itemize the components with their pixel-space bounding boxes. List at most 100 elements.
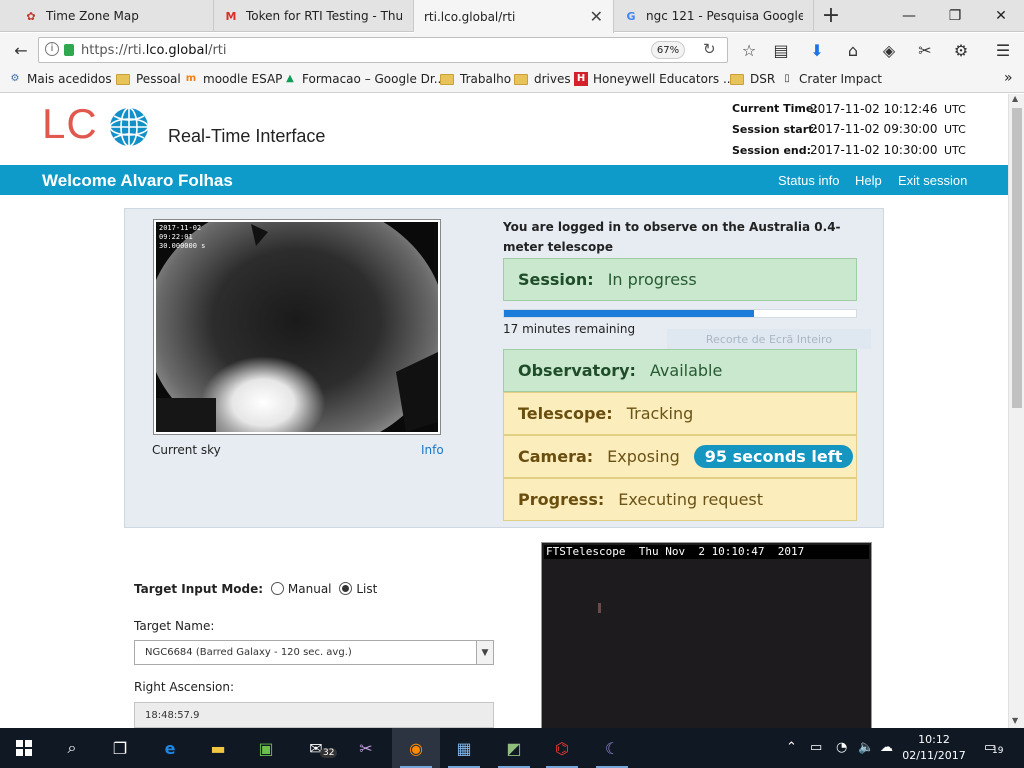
back-icon[interactable]: ← [6, 33, 36, 67]
bookmarks-bar: ⚙ Mais acedidos Pessoal m moodle ESAP ▲ For… [0, 67, 1024, 93]
volume-icon[interactable]: 🔈 [858, 740, 874, 755]
list-radio[interactable] [339, 582, 353, 595]
exposure-countdown-badge: 95 seconds left [693, 445, 854, 468]
file-explorer-icon[interactable]: ▬ [194, 728, 242, 768]
manual-radio-label: Manual [287, 582, 332, 596]
observatory-status-label: Observatory: [518, 361, 636, 380]
honeywell-icon: H [574, 72, 588, 86]
taskbar-clock[interactable]: 10:12 02/11/2017 [902, 732, 966, 764]
pocket-icon[interactable]: ◈ [874, 33, 904, 67]
tab-google-search[interactable]: G ngc 121 - Pesquisa Google [614, 0, 814, 32]
tray-overflow-icon[interactable]: ⌃ [786, 740, 797, 755]
target-input-mode-label: Target Input Mode: [134, 582, 264, 596]
app-window-icon[interactable]: ▦ [440, 728, 488, 768]
tab-rti[interactable]: rti.lco.global/rti ✕ [414, 0, 614, 33]
right-ascension-field: 18:48:57.9 [134, 702, 494, 728]
tab-time-zone-map[interactable]: ✿ Time Zone Map [14, 0, 214, 32]
restore-icon[interactable]: ❐ [932, 0, 978, 32]
tab-title: Time Zone Map [46, 9, 139, 23]
right-ascension-label: Right Ascension: [134, 680, 235, 694]
close-tab-icon[interactable]: ✕ [590, 7, 603, 26]
edge-icon[interactable]: e [146, 728, 194, 768]
new-tab-button[interactable]: + [820, 3, 842, 29]
url-text: https://rti.lco.global/rti [81, 42, 227, 58]
chevron-down-icon[interactable]: ▼ [476, 641, 493, 664]
stellarium-icon[interactable]: ◩ [490, 728, 538, 768]
bookmarks-overflow-icon[interactable]: » [1004, 70, 1013, 86]
bookmark-mais-acedidos[interactable]: ⚙ Mais acedidos [8, 72, 112, 86]
bookmark-dsr[interactable]: DSR [730, 72, 775, 86]
target-name-select[interactable]: NGC6684 (Barred Galaxy - 120 sec. avg.) … [134, 640, 494, 665]
progress-status-value: Executing request [618, 490, 764, 509]
session-end-value: 2017-11-02 10:30:00 [810, 143, 938, 157]
session-start-label: Session start: [732, 123, 818, 136]
scroll-down-icon[interactable]: ▼ [1012, 716, 1018, 725]
firefox-icon[interactable]: ◉ [392, 728, 440, 768]
screenshot-icon[interactable]: ✂ [910, 33, 940, 67]
extension-icon[interactable]: ⚙ [946, 33, 976, 67]
reload-icon[interactable]: ↻ [703, 40, 716, 58]
page-content: LC Real-Time Interface Current Time: 201… [0, 94, 1008, 728]
webcam-header: FTSTelescope Thu Nov 2 10:10:47 2017 [544, 545, 869, 559]
bookmark-star-icon[interactable]: ☆ [734, 33, 764, 67]
bookmark-moodle[interactable]: m moodle ESAP [184, 72, 283, 86]
drive-icon: ▲ [286, 73, 294, 84]
info-icon[interactable]: i [45, 42, 59, 56]
home-icon[interactable]: ⌂ [838, 33, 868, 67]
bookmark-formacao[interactable]: ▲ Formacao – Google Dr... [283, 72, 445, 86]
scrollbar-thumb[interactable] [1012, 108, 1022, 408]
menu-icon[interactable]: ☰ [988, 33, 1018, 67]
lco-logo-text: LC [42, 100, 98, 147]
session-start-value: 2017-11-02 09:30:00 [810, 122, 938, 136]
bookmark-honeywell[interactable]: H Honeywell Educators ... [574, 72, 734, 86]
tab-gmail[interactable]: M Token for RTI Testing - Thursd [214, 0, 414, 32]
search-icon[interactable]: ⌕ [48, 728, 96, 768]
bookmark-crater-impact[interactable]: ▯ Crater Impact [780, 72, 882, 86]
notifications-icon[interactable]: ▭ 19 [984, 740, 1003, 756]
battery-icon[interactable]: ▭ [810, 740, 822, 755]
sky-app-icon[interactable]: ☾ [588, 728, 636, 768]
tab-title: ngc 121 - Pesquisa Google [646, 9, 803, 23]
tz-label: UTC [944, 103, 966, 116]
folder-icon [116, 73, 130, 85]
time-zone-favicon: ✿ [26, 9, 36, 23]
windows-start-icon[interactable] [0, 728, 48, 768]
close-window-icon[interactable]: ✕ [978, 0, 1024, 32]
acrobat-icon[interactable]: ⌬ [538, 728, 586, 768]
task-view-icon[interactable]: ❐ [96, 728, 144, 768]
url-bar[interactable]: i https://rti.lco.global/rti 67% ↻ [38, 37, 728, 63]
moodle-icon: m [185, 73, 197, 84]
exit-session-link[interactable]: Exit session [898, 173, 967, 188]
zoom-indicator[interactable]: 67% [651, 41, 685, 59]
session-progress-bar [503, 309, 857, 318]
page-scrollbar[interactable]: ▲ ▼ [1008, 94, 1024, 728]
welcome-text: Welcome Alvaro Folhas [42, 171, 233, 190]
sky-info-link[interactable]: Info [421, 443, 444, 457]
scroll-up-icon[interactable]: ▲ [1012, 94, 1018, 103]
reader-list-icon[interactable]: ▤ [766, 33, 796, 67]
welcome-bar: Welcome Alvaro Folhas Status info Help E… [0, 165, 1008, 195]
telescope-status: Telescope: Tracking [503, 392, 857, 435]
downloads-icon[interactable]: ⬇ [802, 33, 832, 67]
onedrive-icon[interactable]: ☁ [880, 740, 893, 755]
tz-label: UTC [944, 144, 966, 157]
windows-taskbar: ⌕ ❐ e ▬ ▣ ✉ 32 ✂ ◉ ▦ ◩ ⌬ ☾ ⌃ ▭ ◔ 🔈 ☁ 10:1… [0, 728, 1024, 768]
camera-status-value: Exposing [607, 447, 680, 466]
snipping-tool-icon[interactable]: ✂ [342, 728, 390, 768]
store-icon[interactable]: ▣ [242, 728, 290, 768]
mail-icon[interactable]: ✉ 32 [292, 728, 340, 768]
tz-label: UTC [944, 123, 966, 136]
bookmark-trabalho[interactable]: Trabalho [440, 72, 511, 86]
manual-radio[interactable] [270, 582, 284, 595]
minimize-icon[interactable]: — [886, 0, 932, 32]
wifi-icon[interactable]: ◔ [836, 740, 847, 755]
sky-timestamp: 2017-11-02 09:22:01 30.000000 s [159, 224, 206, 250]
browser-tab-strip: ✿ Time Zone Map M Token for RTI Testing … [0, 0, 1024, 33]
help-link[interactable]: Help [855, 173, 882, 188]
gear-icon: ⚙ [10, 73, 20, 84]
progress-status-label: Progress: [518, 490, 605, 509]
status-info-link[interactable]: Status info [778, 173, 839, 188]
bookmark-pessoal[interactable]: Pessoal [116, 72, 181, 86]
google-favicon: G [626, 9, 636, 23]
bookmark-drives[interactable]: drives [514, 72, 571, 86]
